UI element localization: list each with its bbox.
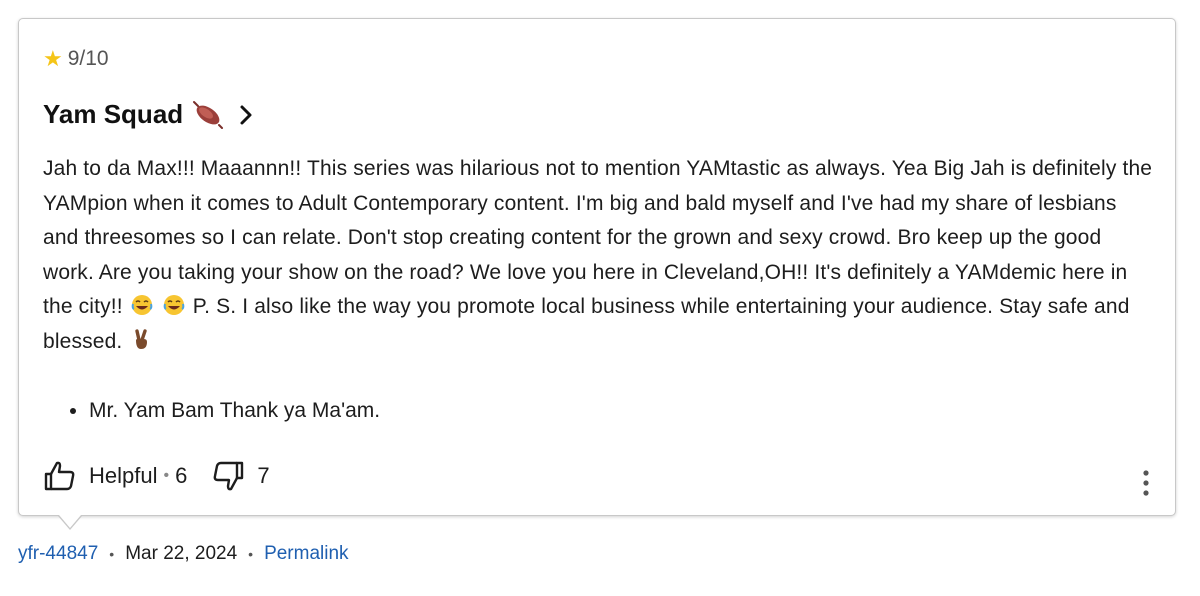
thumbs-down-icon <box>213 461 244 491</box>
author-link[interactable]: yfr-44847 <box>18 543 98 565</box>
review-meta: yfr-44847 • Mar 22, 2024 • Permalink <box>18 543 349 565</box>
not-helpful-button[interactable]: 7 <box>211 459 270 493</box>
list-item: Mr. Yam Bam Thank ya Ma'am. <box>89 394 380 428</box>
laughing-emoji-icon <box>131 295 153 315</box>
laughing-emoji-icon <box>163 295 185 315</box>
helpful-count: 6 <box>175 463 188 488</box>
helpful-label: Helpful <box>89 463 158 488</box>
card-pointer <box>58 515 82 530</box>
rating: ★ 9/10 <box>43 47 109 71</box>
chevron-right-icon <box>240 105 252 124</box>
review-title-link[interactable]: Yam Squad <box>43 99 255 130</box>
review-title: Yam Squad <box>43 99 184 129</box>
rating-value: 9/10 <box>67 47 109 70</box>
review-body-part-1: Jah to da Max!!! Maaannn!! This series w… <box>43 157 1153 318</box>
review-date: Mar 22, 2024 <box>125 543 238 564</box>
permalink-link[interactable]: Permalink <box>264 543 348 565</box>
more-vertical-icon[interactable] <box>1141 469 1151 497</box>
star-icon: ★ <box>43 46 63 71</box>
separator-dot: • <box>109 546 115 562</box>
helpful-button[interactable]: Helpful • 6 <box>43 459 187 493</box>
review-body-part-2: P. S. I also like the way you promote lo… <box>43 295 1130 353</box>
vote-actions: Helpful • 6 7 <box>43 459 270 493</box>
review-card: ★ 9/10 Yam Squad Jah to da Max!!! Maaann… <box>18 18 1176 516</box>
thumbs-up-icon <box>44 461 75 491</box>
review-bullet-list: Mr. Yam Bam Thank ya Ma'am. <box>43 394 380 428</box>
review-body: Jah to da Max!!! Maaannn!! This series w… <box>43 152 1155 359</box>
sweet-potato-icon <box>193 100 224 129</box>
victory-hand-icon <box>135 328 148 349</box>
separator-dot: • <box>248 546 254 562</box>
not-helpful-count: 7 <box>257 463 270 488</box>
separator-dot: • <box>163 467 170 484</box>
